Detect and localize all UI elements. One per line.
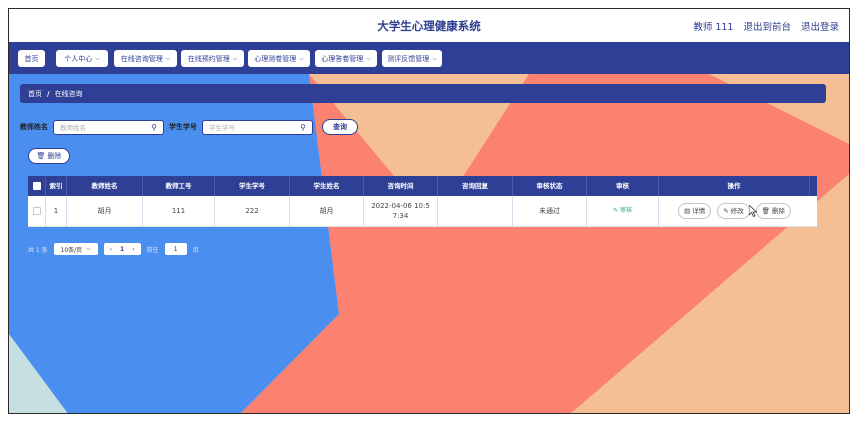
search-icon: ⚲ [151, 122, 157, 132]
col-header-time: 咨询时间 [364, 176, 438, 196]
col-header-student-no: 学生学号 [215, 176, 290, 196]
top-right-links: 教师 111 退出到前台 退出登录 [693, 19, 839, 33]
current-page[interactable]: 1 [120, 246, 124, 253]
teacher-name-placeholder: 教师姓名 [60, 124, 86, 132]
cell-index: 1 [46, 196, 67, 226]
col-header-teacher-name: 教师姓名 [67, 176, 143, 196]
nav-item-feedback-mgmt[interactable]: 测评反馈管理 ⌵ [382, 50, 442, 67]
next-page-icon[interactable]: › [132, 246, 134, 253]
delete-label: 删除 [771, 207, 785, 215]
teacher-name-label: 教师姓名 [20, 123, 48, 131]
cell-status: 未通过 [513, 196, 587, 226]
app-window: 大学生心理健康系统 教师 111 退出到前台 退出登录 首页 个人中心 ⌵ 在线… [8, 8, 850, 414]
pager: ‹ 1 › [103, 243, 141, 255]
breadcrumb-home[interactable]: 首页 [28, 89, 42, 99]
cell-teacher-name: 胡月 [67, 196, 143, 226]
nav-item-label: 心理答卷管理 [321, 54, 364, 63]
edit-pen-icon: ✎ [612, 207, 618, 214]
total-count: 共 1 条 [28, 246, 48, 254]
nav-item-appointment-mgmt[interactable]: 在线预约管理 ⌵ [181, 50, 244, 67]
row-checkbox[interactable] [32, 207, 41, 215]
edit-label: 修改 [730, 207, 744, 215]
page-size-value: 10条/页 [60, 246, 83, 254]
search-bar: 教师姓名 教师姓名 ⚲ 学生学号 学生学号 ⚲ 查询 [20, 119, 358, 135]
col-header-status: 审核状态 [513, 176, 587, 196]
nav-item-label: 在线咨询管理 [120, 54, 163, 63]
review-label: 审核 [620, 207, 633, 214]
pagination: 共 1 条 10条/页 ⌵ ‹ 1 › 前往 1 页 [28, 243, 199, 255]
col-header-reply: 咨询回复 [438, 176, 513, 196]
edit-button[interactable]: ✎ 修改 [717, 203, 750, 219]
chevron-down-icon: ⌵ [232, 54, 238, 62]
student-no-placeholder: 学生学号 [209, 124, 235, 132]
breadcrumb: 首页 / 在线咨询 [20, 84, 826, 103]
select-all-checkbox[interactable] [32, 182, 41, 190]
nav-item-test-mgmt[interactable]: 心理测卷管理 ⌵ [248, 50, 310, 67]
row-select-cell [28, 196, 46, 226]
breadcrumb-current: 在线咨询 [54, 89, 83, 98]
query-button[interactable]: 查询 [322, 119, 358, 135]
nav-item-answer-mgmt[interactable]: 心理答卷管理 ⌵ [315, 50, 377, 67]
delete-button[interactable]: 🗑 删除 [755, 203, 791, 219]
cell-teacher-no: 111 [143, 196, 215, 226]
page-size-select[interactable]: 10条/页 ⌵ [53, 243, 98, 255]
student-no-input[interactable]: 学生学号 ⚲ [202, 119, 313, 135]
logout-link[interactable]: 退出登录 [801, 19, 839, 33]
goto-label: 前往 [146, 246, 159, 254]
review-link[interactable]: ✎ 审核 [613, 206, 632, 216]
chevron-down-icon: ⌵ [86, 245, 91, 252]
back-to-front-link[interactable]: 退出到前台 [743, 19, 791, 33]
select-all-cell [28, 176, 46, 196]
breadcrumb-separator: / [47, 89, 50, 98]
cell-review: ✎ 审核 [587, 196, 659, 226]
col-header-teacher-no: 教师工号 [143, 176, 215, 196]
page-suffix: 页 [192, 246, 199, 254]
chevron-down-icon: ⌵ [432, 54, 437, 62]
edit-pen-icon: ✎ [723, 207, 729, 215]
prev-page-icon[interactable]: ‹ [110, 246, 112, 253]
chevron-down-icon: ⌵ [95, 54, 100, 62]
delete-label: 删除 [47, 152, 62, 160]
col-header-ops: 操作 [659, 176, 810, 196]
nav-item-profile[interactable]: 个人中心 ⌵ [56, 50, 108, 67]
cell-reply [438, 196, 513, 226]
col-header-index: 索引 [46, 176, 67, 196]
goto-page-input[interactable]: 1 [164, 243, 187, 255]
chevron-down-icon: ⌵ [165, 54, 171, 62]
table-header: 索引 教师姓名 教师工号 学生学号 学生姓名 咨询时间 咨询回复 审核状态 审核… [28, 176, 817, 196]
consult-table: 索引 教师姓名 教师工号 学生学号 学生姓名 咨询时间 咨询回复 审核状态 审核… [28, 176, 817, 227]
trash-icon: 🗑 [36, 152, 46, 160]
student-no-label: 学生学号 [169, 123, 197, 131]
nav-item-label: 心理测卷管理 [254, 54, 297, 63]
teacher-name-input[interactable]: 教师姓名 ⚲ [53, 119, 164, 135]
detail-label: 详情 [692, 207, 706, 215]
nav-item-label: 测评反馈管理 [387, 54, 430, 63]
detail-button[interactable]: ▤ 详情 [678, 203, 712, 219]
nav-item-label: 个人中心 [64, 54, 93, 63]
chevron-down-icon: ⌵ [366, 54, 371, 62]
chevron-down-icon: ⌵ [299, 54, 304, 62]
mouse-cursor-icon [749, 205, 757, 217]
nav-item-home[interactable]: 首页 [18, 50, 45, 67]
trash-icon: 🗑 [761, 207, 770, 215]
nav-item-label: 首页 [24, 54, 39, 63]
cell-ops: ▤ 详情 ✎ 修改 🗑 删除 [659, 196, 810, 226]
document-icon: ▤ [684, 207, 691, 215]
top-header: 大学生心理健康系统 教师 111 退出到前台 退出登录 [9, 9, 849, 42]
cell-student-name: 胡月 [290, 196, 364, 226]
main-nav: 首页 个人中心 ⌵ 在线咨询管理 ⌵ 在线预约管理 ⌵ 心理测卷管理 ⌵ 心理答… [9, 42, 849, 74]
nav-item-consult-mgmt[interactable]: 在线咨询管理 ⌵ [114, 50, 177, 67]
current-user: 教师 111 [693, 22, 734, 33]
col-header-review: 审核 [587, 176, 659, 196]
cell-student-no: 222 [215, 196, 290, 226]
nav-item-label: 在线预约管理 [187, 54, 230, 63]
batch-delete-button[interactable]: 🗑 删除 [28, 148, 70, 164]
table-row: 1 胡月 111 222 胡月 2022-04-06 10:57:34 未通过 … [28, 196, 817, 227]
cell-time: 2022-04-06 10:57:34 [364, 196, 438, 226]
search-icon: ⚲ [300, 122, 306, 132]
col-header-student-name: 学生姓名 [290, 176, 364, 196]
